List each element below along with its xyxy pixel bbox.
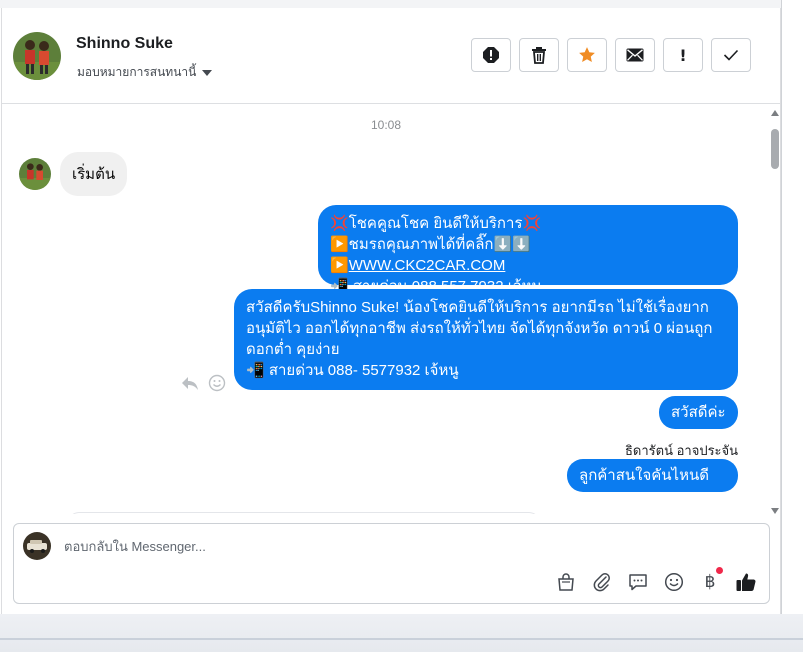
paperclip-icon [593,573,610,592]
mark-unread-button[interactable] [615,38,655,72]
contact-avatar[interactable] [13,32,61,80]
page-avatar [23,532,51,560]
baht-icon: ฿ [704,572,716,592]
outgoing-message[interactable]: ลูกค้าสนใจคันไหนดีคะ [567,459,738,505]
website-link[interactable]: WWW.CKC2CAR.COM [349,257,506,274]
message-thread[interactable]: 10:08 เริ่มต้น 💢โชคคูณโชค ยินดีให้บริการ… [2,104,780,514]
saved-replies-button[interactable] [627,571,649,593]
delete-button[interactable] [519,38,559,72]
reply-icon[interactable] [180,374,200,392]
follow-up-button[interactable]: ! [663,38,703,72]
reply-composer: ฿ [13,523,770,604]
window-right-edge [781,0,803,652]
header-toolbar: ! [471,38,751,72]
conversation-panel: Shinno Suke มอบหมายการสนทนานี้ ! 10:08 เ… [1,8,781,614]
star-shape [579,47,595,63]
message-line: 📲 สายด่วน 088- 5577932 เจ้หนู [246,362,459,379]
caret-down-icon [202,69,213,76]
attach-button[interactable] [591,571,613,593]
sender-name: ธิดารัตน์ อาจประจัน [625,443,739,458]
like-button[interactable] [735,571,757,593]
incoming-message[interactable]: เริ่มต้น [60,152,128,196]
scroll-up-icon[interactable] [771,110,779,116]
check-icon [723,49,739,61]
smiley-icon [664,572,684,592]
message-line: ▶️ชมรถคุณภาพได้ที่คลิ๊ก⬇️⬇️ ▶️WWW.CKC2CA… [330,234,726,276]
shop-bag-icon [558,573,574,591]
thumbs-up-icon [736,573,756,591]
anger-emoji: 💢 [330,215,349,232]
outgoing-message[interactable]: สวัสดีครับShinno Suke! น้องโชคยินดีให้บร… [234,289,738,390]
message-text: โชคคูณโชค ยินดีให้บริการ [348,215,523,232]
scrollbar-thumb[interactable] [771,129,779,169]
star-button[interactable] [567,38,607,72]
contact-name: Shinno Suke [76,35,173,52]
star-icon [579,47,595,63]
scroll-down-icon[interactable] [771,508,779,514]
partial-message [68,512,540,514]
message-timestamp: 10:08 [371,118,402,132]
outgoing-message[interactable]: 💢โชคคูณโชค ยินดีให้บริการ💢 ▶️ชมรถคุณภาพไ… [318,205,738,295]
exclaim-icon: ! [679,45,687,65]
message-line: 💢โชคคูณโชค ยินดีให้บริการ💢 [330,213,726,234]
reply-input[interactable] [62,538,546,555]
outgoing-message[interactable]: สวัสดีค่ะ [659,396,738,429]
composer-toolbar: ฿ [555,567,757,593]
anger-emoji: 💢 [522,215,542,232]
message-actions [180,374,226,392]
sender-avatar [19,158,51,190]
play-arrow-emoji: ▶️ [330,257,349,274]
speech-bubble-icon [629,574,647,591]
assign-conversation-dropdown[interactable]: มอบหมายการสนทนานี้ [77,63,213,82]
report-button[interactable] [471,38,511,72]
message-text: ▶️ชมรถคุณภาพได้ที่คลิ๊ก⬇️⬇️ [330,236,531,253]
mark-done-button[interactable] [711,38,751,72]
trash-icon [532,47,546,64]
assign-label: มอบหมายการสนทนานี้ [77,65,197,79]
emoji-button[interactable] [663,571,685,593]
react-smiley-icon[interactable] [208,374,226,392]
message-text: สวัสดีครับShinno Suke! น้องโชคยินดีให้บร… [246,299,713,358]
shop-bag-button[interactable] [555,571,577,593]
conversation-header: Shinno Suke มอบหมายการสนทนานี้ ! [2,8,780,104]
window-bottom-edge [0,614,803,652]
report-icon [483,47,499,63]
mail-icon [626,48,644,62]
payment-button[interactable]: ฿ [699,567,723,593]
notification-dot [716,567,723,574]
window-top-edge [0,0,781,8]
